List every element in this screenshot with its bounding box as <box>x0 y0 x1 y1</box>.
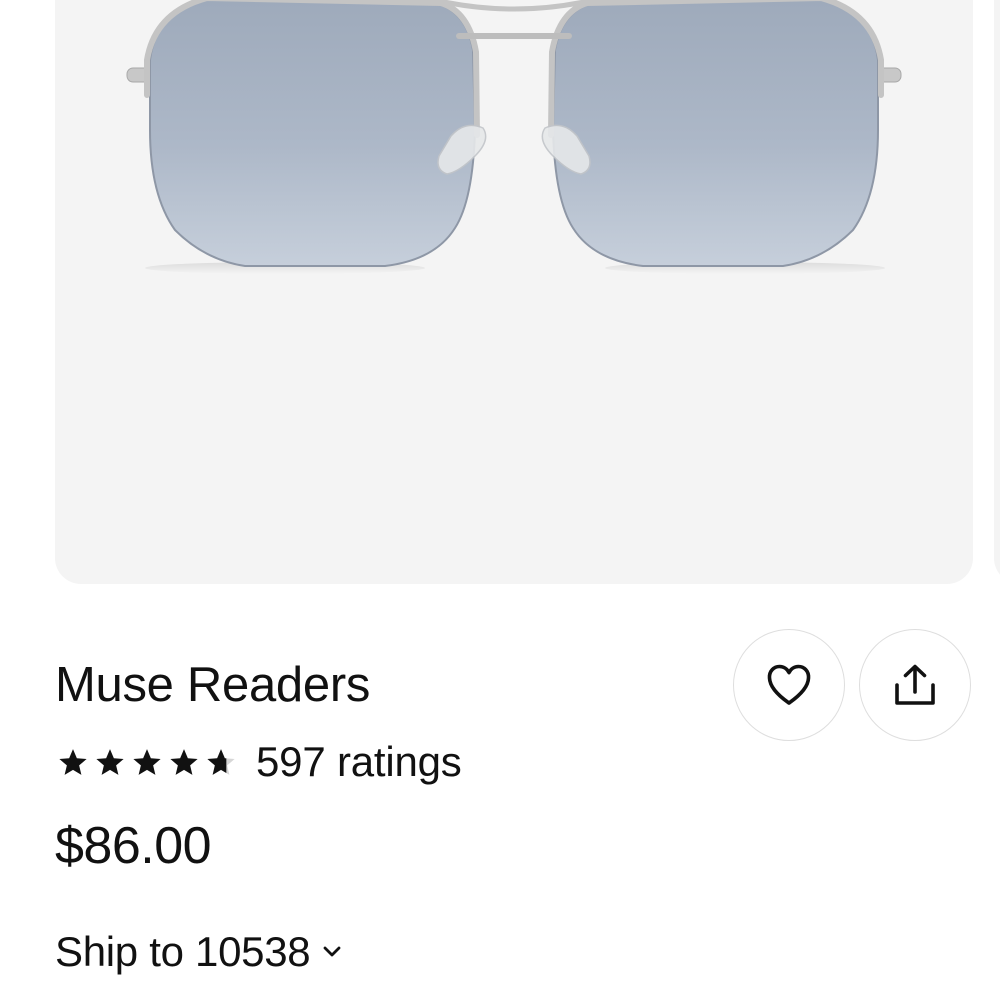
heart-icon <box>767 664 811 705</box>
star-full-icon <box>96 748 124 775</box>
star-full-icon <box>59 748 87 775</box>
share-icon <box>895 664 935 705</box>
rating-summary[interactable]: 597 ratings <box>57 734 462 790</box>
favorite-button[interactable] <box>733 629 845 741</box>
star-rating <box>57 747 242 778</box>
product-title: Muse Readers <box>55 658 371 712</box>
chevron-down-icon <box>323 946 341 957</box>
sunglasses-product-image <box>126 0 902 274</box>
star-full-icon <box>133 748 161 775</box>
star-full-icon <box>170 748 198 775</box>
star-partial-icon <box>207 748 235 775</box>
product-detail-page: Muse Readers 597 ratings $86.00 Ship to … <box>0 0 1000 1000</box>
next-image-card-edge[interactable] <box>994 0 1000 584</box>
share-button[interactable] <box>859 629 971 741</box>
product-image-carousel[interactable] <box>55 0 973 584</box>
ratings-count[interactable]: 597 ratings <box>256 738 462 786</box>
product-price: $86.00 <box>55 817 212 875</box>
ship-to-selector[interactable]: Ship to 10538 <box>55 922 342 982</box>
ship-to-label: Ship to 10538 <box>55 928 311 975</box>
